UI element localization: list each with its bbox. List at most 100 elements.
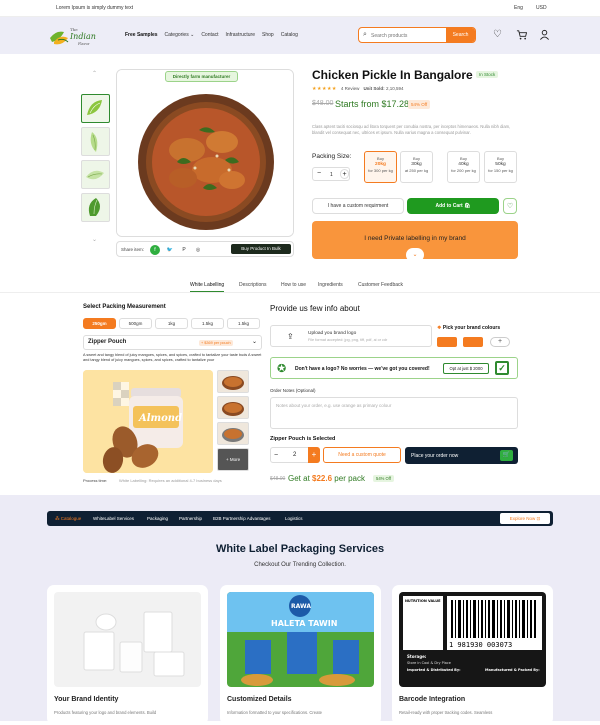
pouch-thumbnail-2[interactable]	[217, 396, 249, 419]
custom-requirement-button[interactable]: I have a custom requirment	[312, 198, 404, 214]
per-pack-price-row: Get at $22.6 per pack	[288, 474, 365, 483]
service-card-barcode[interactable]: NUTRITION VALUE 1 981930 003073 Storage:…	[392, 585, 553, 725]
nav-categories[interactable]: Categories ⌄	[165, 32, 195, 38]
brand-logo[interactable]: The Indian Flavor	[48, 24, 100, 48]
colour-swatch-1[interactable]	[437, 337, 457, 347]
custom-quote-button[interactable]: Need a custom quote	[323, 447, 401, 463]
pinterest-icon[interactable]: P	[179, 245, 189, 255]
qty-stepper: − 1 +	[312, 167, 350, 181]
logo-upload[interactable]: ⇪ Upload you brand logo File format acce…	[270, 325, 432, 347]
service-card-brand[interactable]: Your Brand Identity Products featuring y…	[47, 585, 208, 725]
weight-option-1-5kg-b[interactable]: 1.5kg	[227, 318, 260, 329]
tab-ingredients[interactable]: Ingredients	[318, 282, 343, 288]
thumbnail-4[interactable]	[81, 193, 110, 222]
twitter-icon[interactable]: 🐦	[165, 245, 175, 255]
per-pack-label: per pack	[334, 474, 365, 483]
user-icon[interactable]	[539, 29, 550, 43]
search-button[interactable]: Search	[446, 28, 475, 42]
get-at-label: Get at	[288, 474, 310, 483]
nav-catalog[interactable]: Catalog	[281, 32, 298, 38]
pouch-thumbnail-1[interactable]	[217, 370, 249, 393]
place-order-button[interactable]: Place your order now 🛒	[405, 447, 518, 464]
cat-partnership[interactable]: Partnership	[179, 516, 202, 521]
thumbnail-3[interactable]	[81, 160, 110, 189]
chevron-down-icon[interactable]: ⌄	[92, 236, 97, 243]
pouch-select[interactable]: Zipper Pouch + $369 per pouch ⌄	[83, 335, 262, 350]
old-price: $48.00	[312, 100, 334, 107]
catalogue-link[interactable]: ⁂ Catalogue	[55, 516, 81, 522]
nutrition-text: NUTRITION VALUE	[405, 599, 441, 603]
pouch-price-badge: + $369 per pouch	[199, 340, 233, 346]
explore-label: Explore Now	[509, 516, 536, 521]
selected-pouch-label: Zipper Pouch is Selected	[270, 436, 336, 442]
minus-button[interactable]: −	[317, 170, 321, 177]
explore-now-button[interactable]: Explore Now ⊡	[500, 513, 550, 524]
barcode-number: 1 981930 003073	[449, 641, 512, 649]
pack-rate: at 250 per kg	[404, 168, 429, 173]
pack-option-50kg[interactable]: Buy 50kg for 150 per kg	[484, 151, 517, 183]
pouch-thumbnail-3[interactable]	[217, 422, 249, 445]
tab-descriptions[interactable]: Descriptions	[239, 282, 267, 288]
nav-free-samples[interactable]: Free Samples	[125, 32, 158, 38]
cat-packaging[interactable]: Packaging	[147, 516, 168, 521]
weight-option-1kg[interactable]: 1kg	[155, 318, 188, 329]
upload-formats: File format accepted: jpg, png, tiff, pd…	[308, 338, 388, 342]
nav-shop[interactable]: Shop	[262, 32, 274, 38]
nav-contact[interactable]: Contact	[201, 32, 218, 38]
cat-logistics[interactable]: Logistics	[285, 516, 303, 521]
pack-option-20kg[interactable]: Buy 20kg for 300 per kg	[364, 151, 397, 183]
add-colour-button[interactable]: +	[490, 337, 510, 347]
place-order-label: Place your order now	[411, 453, 459, 459]
chevron-down-icon[interactable]: ⌄	[406, 248, 424, 262]
weight-option-500gm[interactable]: 500gm	[119, 318, 152, 329]
more-label: + More	[226, 457, 241, 462]
brand-identity-image	[54, 592, 201, 687]
chevron-up-icon[interactable]: ⌃	[92, 70, 97, 77]
weight-option-250gm[interactable]: 250gm	[83, 318, 116, 329]
rating-row: ★★★★★ 4 Review Unit Sold: 2,10,594	[312, 86, 403, 92]
more-thumbnails[interactable]: + More	[217, 448, 249, 471]
brand-label: Almond	[138, 413, 182, 424]
pack-name-text: HALETA TAWIN	[271, 619, 337, 628]
plus-button[interactable]: +	[340, 169, 349, 179]
facebook-icon[interactable]: f	[150, 245, 160, 255]
minus-button[interactable]: −	[274, 452, 278, 459]
language-select[interactable]: Eng	[514, 5, 523, 11]
nav-infrastructure[interactable]: Infrastructure	[226, 32, 255, 38]
private-label-banner[interactable]: I need Private labelling in my brand ⌄	[312, 221, 518, 262]
order-notes-field[interactable]: Notes about your order, e.g. use orange …	[270, 397, 518, 429]
info-title: Provide us few info about	[270, 304, 360, 313]
service-card-custom[interactable]: RAWA HALETA TAWIN Customized Details Inf…	[220, 585, 381, 725]
tab-how-to-use[interactable]: How to use	[281, 282, 306, 288]
thumbnail-1[interactable]	[81, 94, 110, 123]
buy-bulk-button[interactable]: Buy Product In Bulk	[231, 244, 291, 254]
tab-white-labelling[interactable]: White Labelling	[190, 282, 225, 292]
pack-option-40kg[interactable]: Buy 40kg for 200 per kg	[447, 151, 480, 183]
pack-option-30kg[interactable]: Buy 30kg at 250 per kg	[400, 151, 433, 183]
opt-checkbox[interactable]: ✓	[495, 361, 509, 375]
storage-label: Storage:	[407, 654, 427, 659]
palette-icon: ❖	[437, 325, 442, 331]
instagram-icon[interactable]: ◎	[193, 245, 203, 255]
heart-icon: ♡	[506, 203, 514, 210]
wishlist-button[interactable]: ♡	[503, 198, 517, 214]
search-input[interactable]	[371, 31, 441, 40]
category-bar: ⁂ Catalogue WhiteLabel Services Packagin…	[47, 511, 553, 526]
nav-categories-label: Categories	[164, 32, 189, 38]
colour-swatch-2[interactable]	[463, 337, 483, 347]
heart-icon[interactable]: ♡	[493, 29, 502, 40]
tab-customer-feedback[interactable]: Customer Feedback	[358, 282, 403, 288]
cart-icon[interactable]	[516, 29, 528, 43]
add-to-cart-button[interactable]: Add to Cart 🛍	[407, 198, 499, 214]
service-card-title: Customized Details	[227, 696, 292, 703]
search-box: ⌕ Search	[358, 27, 476, 43]
cat-b2b[interactable]: B2B Partnership Advantages	[213, 516, 271, 521]
currency-select[interactable]: USD	[536, 5, 547, 11]
cat-whitelabel[interactable]: WhiteLabel Services	[93, 516, 134, 521]
weight-option-1-5kg[interactable]: 1.5kg	[191, 318, 224, 329]
bulk-discount-badge: 54% Off	[373, 475, 395, 482]
review-count[interactable]: 4 Review	[341, 86, 360, 92]
thumbnail-2[interactable]	[81, 127, 110, 156]
plus-button[interactable]: +	[308, 447, 320, 463]
service-card-title: Barcode Integration	[399, 696, 466, 703]
